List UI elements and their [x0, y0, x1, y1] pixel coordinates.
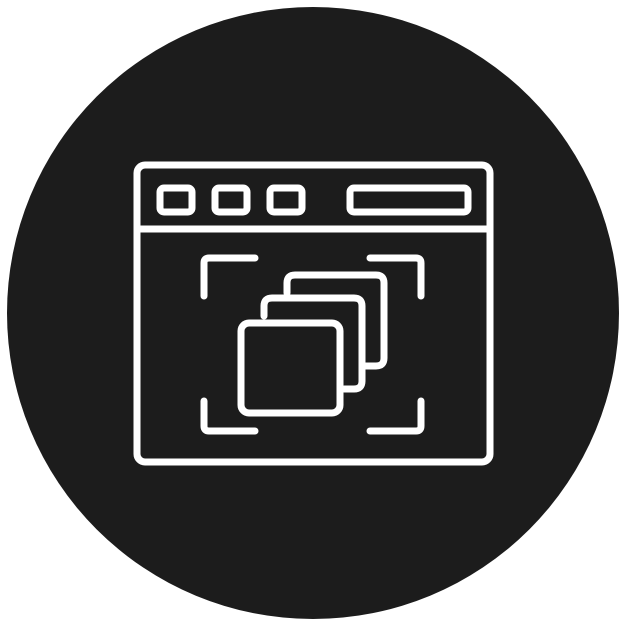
- icon-canvas: [0, 0, 626, 626]
- browser-layers-icon: [7, 7, 619, 619]
- background-circle: [7, 7, 619, 619]
